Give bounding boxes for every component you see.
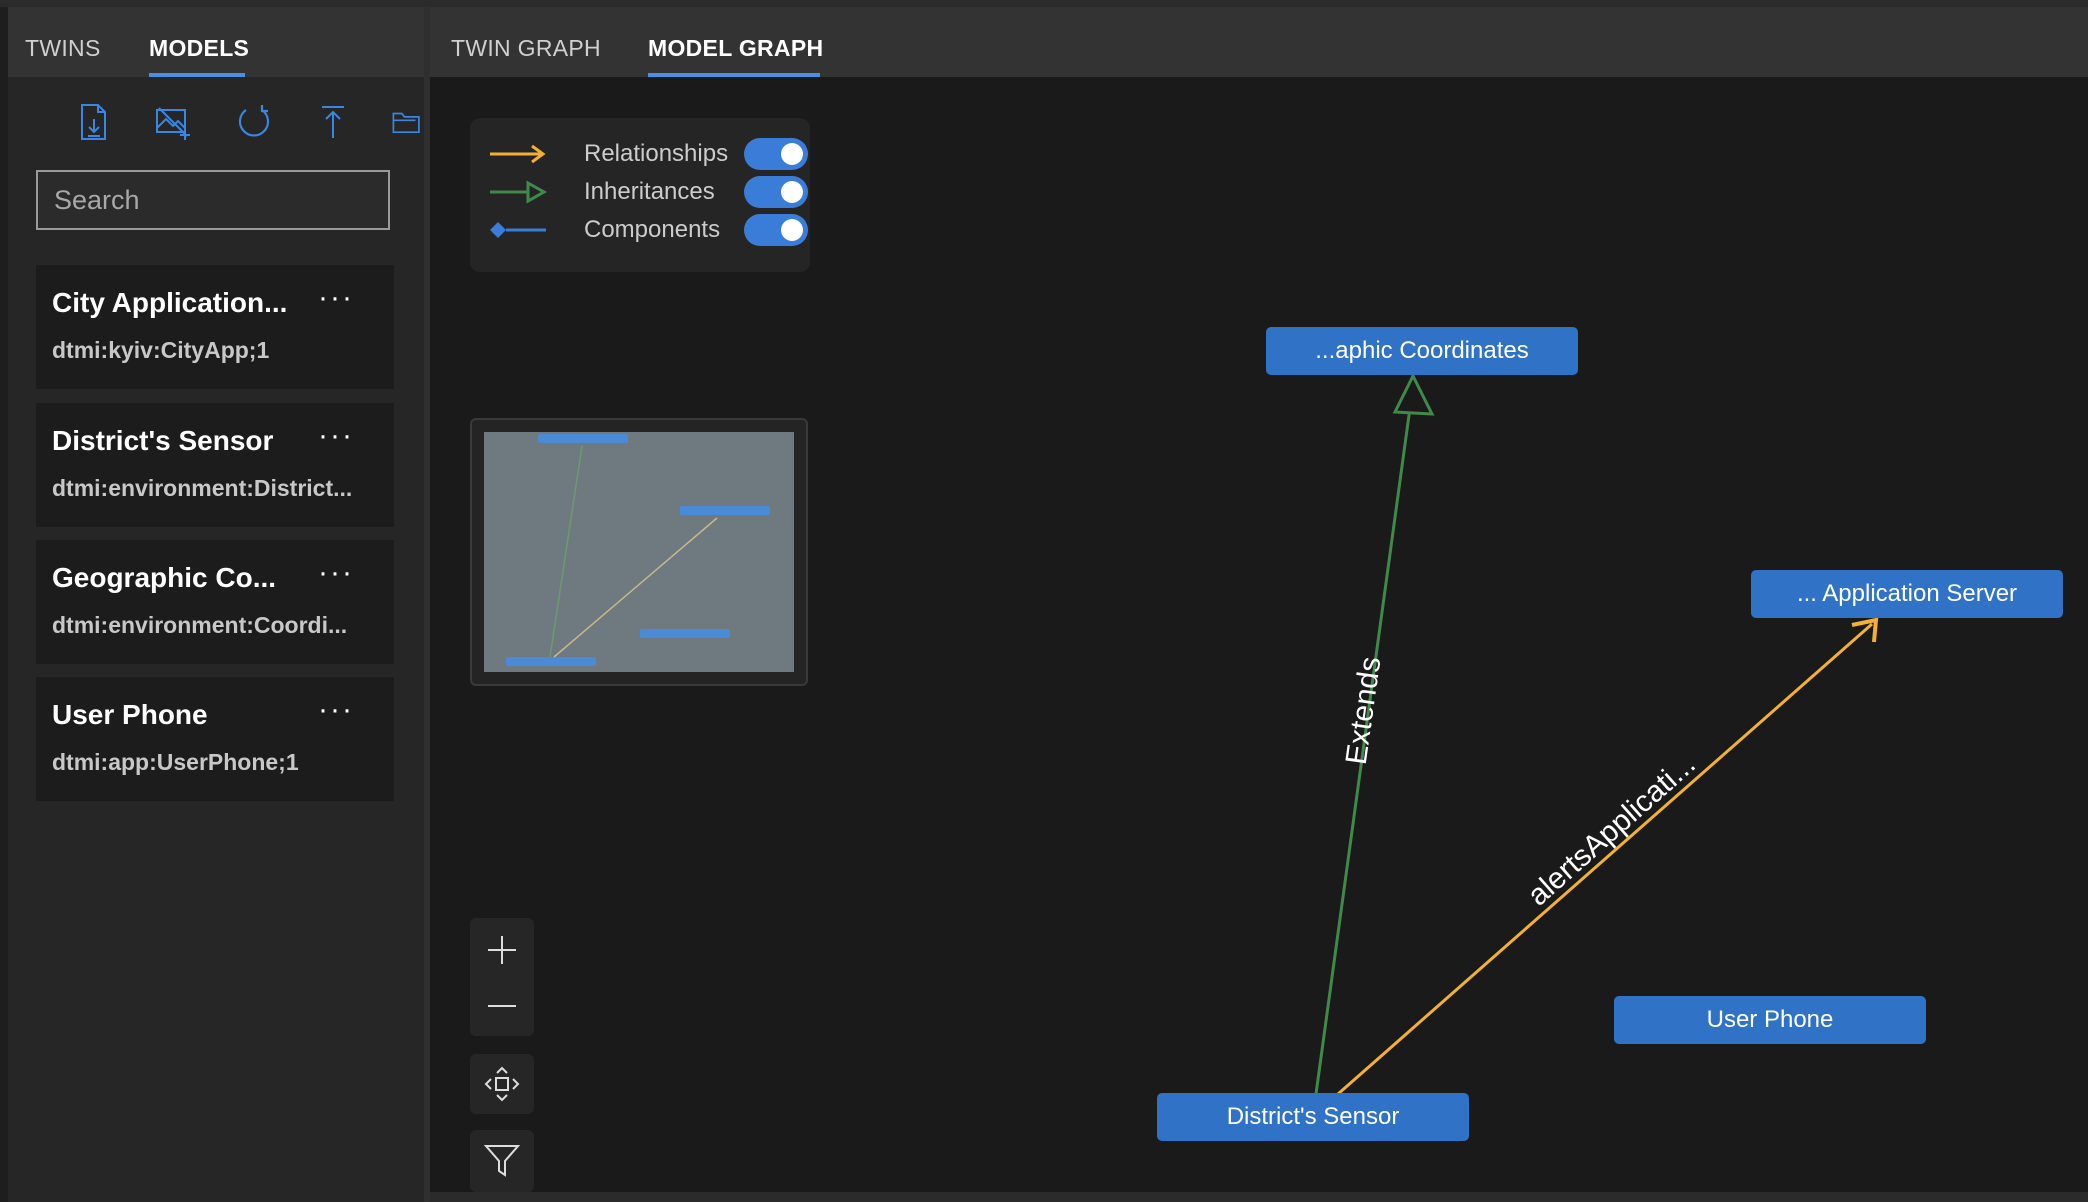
filter-icon	[484, 1145, 520, 1177]
zoom-in-icon[interactable]	[484, 932, 520, 968]
toggle-knob	[781, 143, 803, 165]
components-toggle[interactable]	[744, 214, 808, 246]
node-districts-sensor[interactable]: District's Sensor	[1157, 1093, 1469, 1141]
zoom-out-icon[interactable]	[484, 988, 520, 1024]
filter-button[interactable]	[470, 1130, 534, 1192]
center-icon	[484, 1066, 520, 1102]
graph-legend: Relationships Inheritances Components	[470, 118, 810, 272]
node-user-phone[interactable]: User Phone	[1614, 996, 1926, 1044]
legend-label: Inheritances	[584, 178, 715, 205]
inheritance-arrow-icon	[490, 180, 548, 204]
center-button[interactable]	[470, 1054, 534, 1114]
minimap-edges	[549, 445, 718, 658]
node-application-server[interactable]: ... Application Server	[1751, 570, 2063, 618]
legend-relationships: Relationships	[488, 138, 808, 170]
alerts-label: alertsApplicati...	[1521, 747, 1701, 912]
node-geographic-coordinates[interactable]: ...aphic Coordinates	[1266, 327, 1578, 375]
inheritance-arrowhead	[1392, 372, 1435, 416]
relationship-arrow-icon	[490, 144, 546, 164]
toggle-knob	[781, 181, 803, 203]
legend-inheritances: Inheritances	[488, 176, 808, 208]
component-diamond-icon	[490, 222, 546, 238]
minimap-viewport[interactable]	[484, 432, 794, 672]
relationships-toggle[interactable]	[744, 138, 808, 170]
toggle-knob	[781, 219, 803, 241]
legend-label: Components	[584, 216, 721, 243]
inheritances-toggle[interactable]	[744, 176, 808, 208]
extends-label: Extends	[1340, 655, 1388, 767]
zoom-controls	[470, 918, 534, 1036]
legend-components: Components	[488, 214, 808, 246]
legend-label: Relationships	[584, 140, 729, 167]
